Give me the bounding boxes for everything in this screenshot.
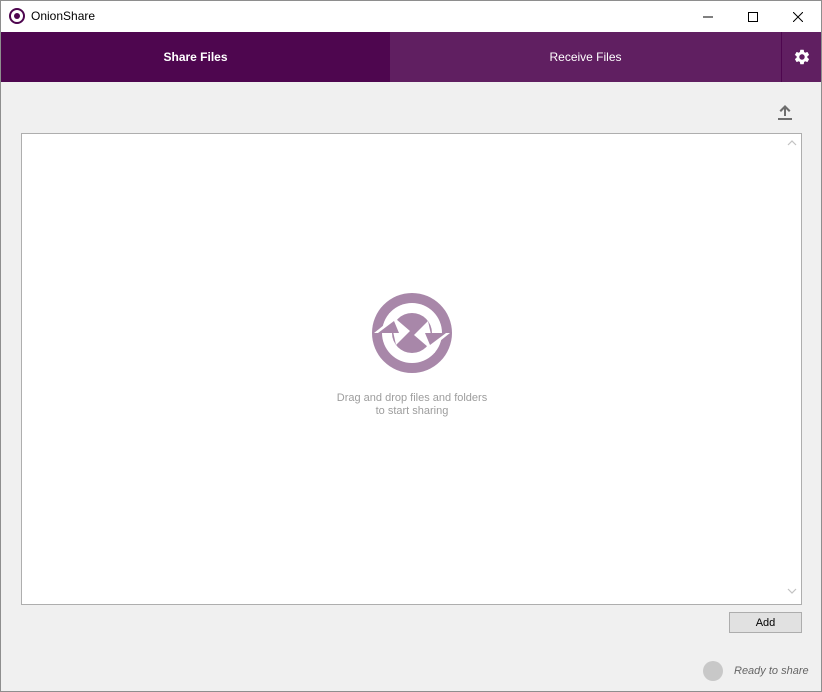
maximize-icon [748,11,758,22]
title-bar[interactable]: OnionShare [1,1,821,32]
file-drop-zone[interactable]: Drag and drop files and folders to start… [21,133,802,605]
drop-instructions: Drag and drop files and folders to start… [262,392,562,418]
tab-receive-files-label: Receive Files [549,50,622,64]
tab-receive-files[interactable]: Receive Files [390,32,781,82]
upload-icon [778,105,792,120]
window-title: OnionShare [31,9,96,23]
chevron-down-icon[interactable] [787,586,797,596]
mode-tabs: Share Files Receive Files [1,32,821,82]
close-button[interactable] [775,1,821,32]
status-text: Ready to share [734,665,809,677]
tab-share-files[interactable]: Share Files [1,32,390,82]
gear-icon [794,49,809,65]
add-button[interactable]: Add [729,612,802,633]
app-window: OnionShare Share Files Receive Files Dra… [0,0,822,692]
server-status-indicator [703,661,723,681]
settings-button[interactable] [781,32,821,82]
close-icon [793,11,803,22]
chevron-up-icon[interactable] [787,138,797,148]
minimize-icon [703,16,713,17]
upload-button[interactable] [775,102,795,122]
maximize-button[interactable] [730,1,776,32]
tab-share-files-label: Share Files [163,50,228,64]
minimize-button[interactable] [685,1,731,32]
onionshare-app-icon [9,8,25,24]
vertical-scrollbar[interactable] [784,134,801,604]
drop-instructions-line-2: to start sharing [375,405,449,417]
drop-instructions-line-1: Drag and drop files and folders [336,392,488,404]
onionshare-logo-icon [372,293,452,373]
